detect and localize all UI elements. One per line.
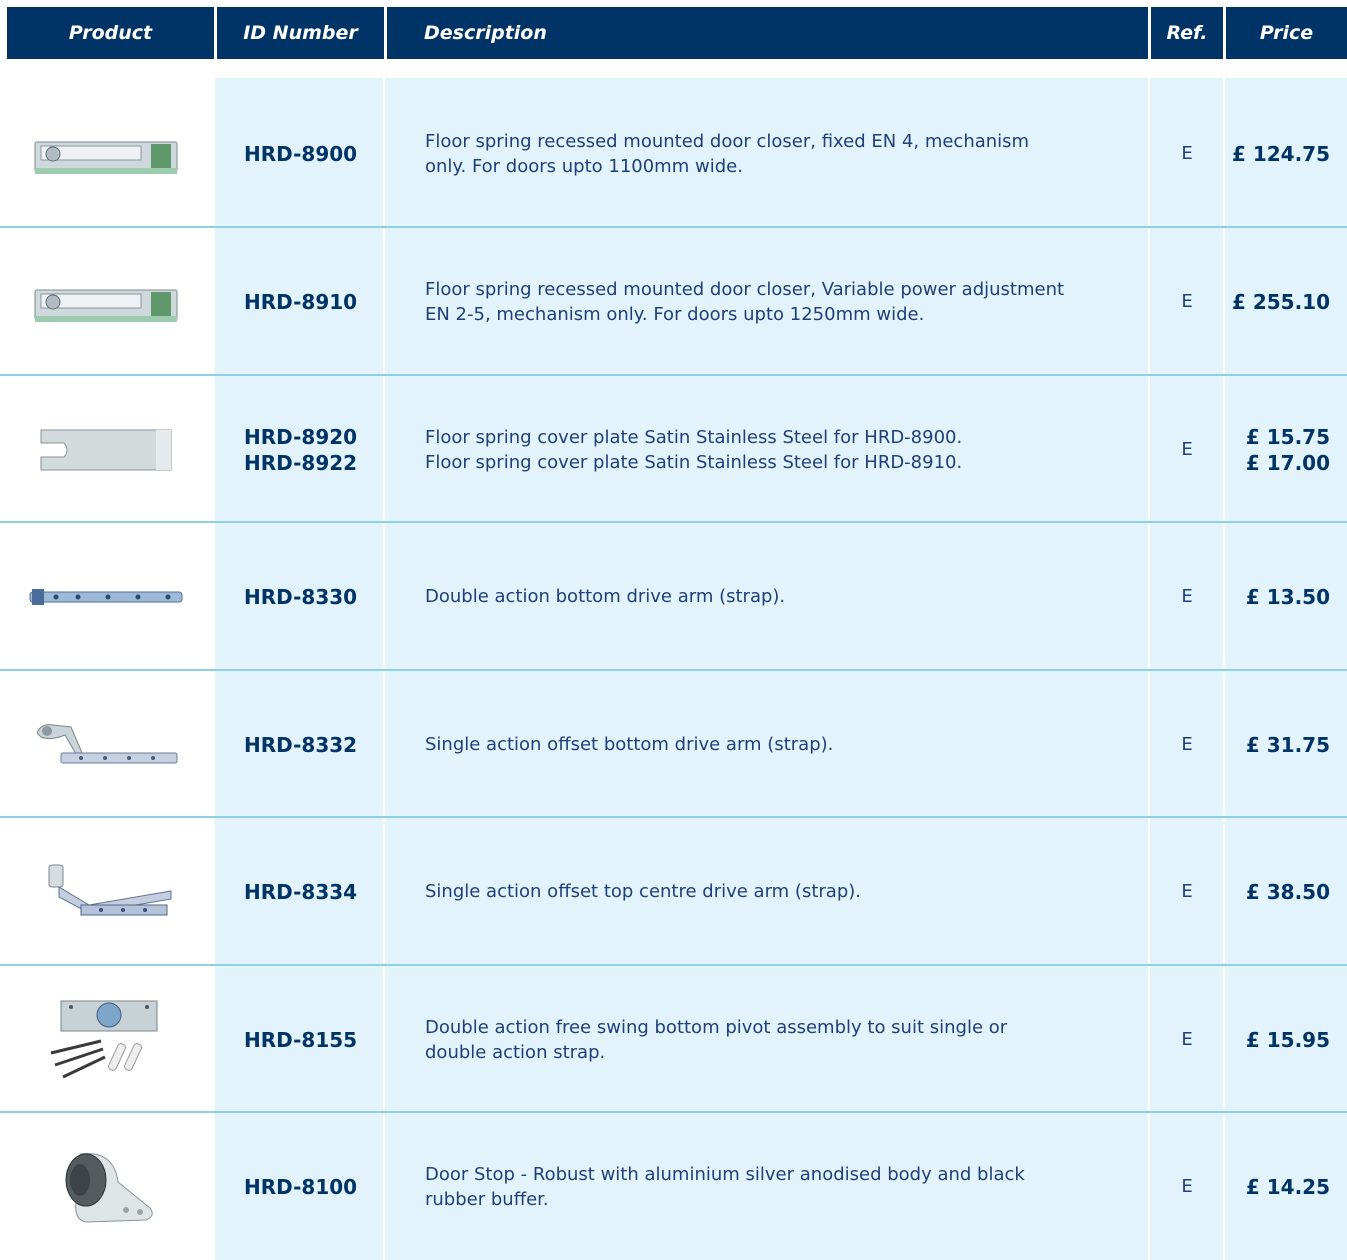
description-cell: Floor spring recessed mounted door close… [425, 229, 1125, 374]
description-cell: Double action free swing bottom pivot as… [425, 967, 1125, 1112]
table-row: HRD-8910 Floor spring recessed mounted d… [0, 229, 1347, 374]
id-number-cell: HRD-8920 HRD-8922 [244, 377, 384, 522]
id-number: HRD-8922 [244, 450, 358, 475]
product-image-cell [0, 967, 212, 1112]
table-row: HRD-8900 Floor spring recessed mounted d… [0, 81, 1347, 226]
cover-plate-image [40, 429, 172, 470]
price-cell: £ 31.75 [1226, 672, 1330, 817]
table-row: HRD-8334 Single action offset top centre… [0, 819, 1347, 964]
price-cell: £ 124.75 [1226, 81, 1330, 226]
description-line: double action strap. [425, 1041, 606, 1063]
table-row: HRD-8332 Single action offset bottom dri… [0, 672, 1347, 817]
price: £ 14.25 [1245, 1174, 1330, 1199]
id-number-cell: HRD-8100 [244, 1114, 384, 1259]
description-line: EN 2-5, mechanism only. For doors upto 1… [425, 303, 925, 325]
row-divider [0, 964, 1347, 966]
product-image-cell [0, 377, 212, 522]
ref-cell: E [1181, 881, 1193, 902]
id-number-cell: HRD-8900 [244, 81, 384, 226]
description-line: Floor spring recessed mounted door close… [425, 278, 1065, 300]
table-row: HRD-8330 Double action bottom drive arm … [0, 524, 1347, 669]
id-number: HRD-8332 [244, 732, 358, 757]
id-number: HRD-8100 [244, 1174, 358, 1199]
price: £ 31.75 [1245, 732, 1330, 757]
price-cell: £ 38.50 [1226, 819, 1330, 964]
id-number: HRD-8900 [244, 141, 358, 166]
id-number: HRD-8330 [244, 584, 358, 609]
id-number-cell: HRD-8155 [244, 967, 384, 1112]
door-stop-image [65, 1152, 153, 1223]
product-image-cell [0, 672, 212, 817]
description-cell: Floor spring cover plate Satin Stainless… [425, 377, 1125, 522]
header-product: Product [7, 7, 214, 59]
floor-spring-closer-image [34, 289, 178, 322]
bottom-pivot-assembly-image [50, 1000, 158, 1078]
id-number-cell: HRD-8334 [244, 819, 384, 964]
description-line: Floor spring cover plate Satin Stainless… [425, 426, 963, 448]
description-line: Double action bottom drive arm (strap). [425, 586, 786, 607]
ref-cell: E [1181, 734, 1193, 755]
price: £ 124.75 [1231, 141, 1330, 166]
description-line: Single action offset top centre drive ar… [425, 881, 861, 902]
price: £ 15.95 [1245, 1027, 1330, 1052]
description-cell: Single action offset bottom drive arm (s… [425, 672, 1125, 817]
id-number-cell: HRD-8332 [244, 672, 384, 817]
header-price: Price [1226, 7, 1347, 59]
price: £ 17.00 [1245, 450, 1330, 475]
price-cell: £ 255.10 [1226, 229, 1330, 374]
id-number: HRD-8155 [244, 1027, 358, 1052]
row-divider [0, 669, 1347, 671]
id-number: HRD-8334 [244, 879, 358, 904]
product-image-cell [0, 524, 212, 669]
row-divider [0, 374, 1347, 376]
description-line: Double action free swing bottom pivot as… [425, 1016, 1008, 1038]
description-line: Floor spring cover plate Satin Stainless… [425, 451, 963, 473]
product-image-cell [0, 81, 212, 226]
description-line: Single action offset bottom drive arm (s… [425, 734, 834, 755]
id-number-cell: HRD-8330 [244, 524, 384, 669]
price-cell: £ 15.75 £ 17.00 [1226, 377, 1330, 522]
description-line: only. For doors upto 1100mm wide. [425, 155, 743, 177]
description-cell: Door Stop - Robust with aluminium silver… [425, 1114, 1125, 1259]
ref-cell: E [1181, 439, 1193, 460]
description-line: Door Stop - Robust with aluminium silver… [425, 1163, 1025, 1185]
ref-cell: E [1181, 291, 1193, 312]
table-row: HRD-8100 Door Stop - Robust with alumini… [0, 1114, 1347, 1259]
table-row: HRD-8920 HRD-8922 Floor spring cover pla… [0, 377, 1347, 522]
product-image-cell [0, 229, 212, 374]
offset-drive-arm-image [36, 723, 178, 763]
price: £ 255.10 [1231, 289, 1330, 314]
price-cell: £ 13.50 [1226, 524, 1330, 669]
drive-arm-strap-image [29, 588, 183, 605]
header-ref: Ref. [1151, 7, 1223, 59]
price: £ 38.50 [1245, 879, 1330, 904]
product-image-cell [0, 1114, 212, 1259]
description-cell: Single action offset top centre drive ar… [425, 819, 1125, 964]
description-cell: Floor spring recessed mounted door close… [425, 81, 1125, 226]
ref-cell: E [1181, 1176, 1193, 1197]
price: £ 15.75 [1245, 424, 1330, 449]
description-cell: Double action bottom drive arm (strap). [425, 524, 1125, 669]
floor-spring-closer-image [34, 141, 178, 174]
id-number: HRD-8920 [244, 424, 358, 449]
price-cell: £ 15.95 [1226, 967, 1330, 1112]
price-cell: £ 14.25 [1226, 1114, 1330, 1259]
description-line: Floor spring recessed mounted door close… [425, 130, 1030, 152]
description-line: rubber buffer. [425, 1188, 549, 1210]
top-centre-drive-arm-image [48, 864, 172, 915]
price: £ 13.50 [1245, 584, 1330, 609]
id-number: HRD-8910 [244, 289, 358, 314]
header-description: Description [387, 7, 1148, 59]
product-image-cell [0, 819, 212, 964]
id-number-cell: HRD-8910 [244, 229, 384, 374]
ref-cell: E [1181, 1029, 1193, 1050]
row-divider [0, 226, 1347, 228]
ref-cell: E [1181, 586, 1193, 607]
ref-cell: E [1181, 143, 1193, 164]
header-id-number: ID Number [217, 7, 384, 59]
table-row: HRD-8155 Double action free swing bottom… [0, 967, 1347, 1112]
